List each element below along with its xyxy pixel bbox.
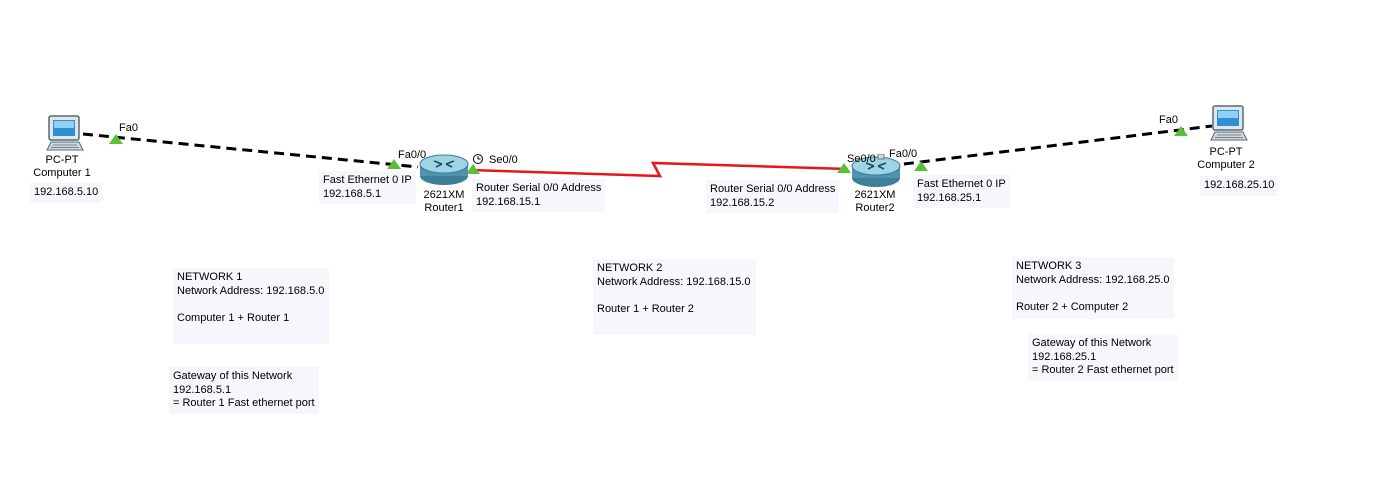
net3-title: NETWORK 3 <box>1016 260 1082 272</box>
r2-fa-note-title: Fast Ethernet 0 IP <box>917 178 1006 190</box>
pc1-model: PC-PT <box>45 154 79 166</box>
net2-members: Router 1 + Router 2 <box>597 302 694 315</box>
pc-icon[interactable] <box>1209 104 1251 144</box>
r1-fa-note-ip: 192.168.5.1 <box>323 187 382 200</box>
router2-model: 2621XM <box>854 189 896 201</box>
pc1-port-label: Fa0 <box>119 122 138 134</box>
network2-note[interactable]: NETWORK 2 Network Address: 192.168.15.0 … <box>593 259 756 335</box>
r1-fa-port-label: Fa0/0 <box>398 149 427 161</box>
gw1-ip: 192.168.5.1 <box>173 383 232 396</box>
router2-label: 2621XM Router2 <box>835 189 915 215</box>
network1-note[interactable]: NETWORK 1 Network Address: 192.168.5.0 C… <box>173 268 329 344</box>
net2-title: NETWORK 2 <box>597 262 663 274</box>
ethernet-link-pc1-r1[interactable] <box>82 132 419 169</box>
net1-spacer <box>177 298 325 312</box>
serial-link-r1-r2[interactable] <box>469 161 849 178</box>
gw3-title: Gateway of this Network <box>1032 337 1152 349</box>
gateway1-note[interactable]: Gateway of this Network 192.168.5.1 = Ro… <box>169 367 319 414</box>
r2-fastethernet-note[interactable]: Fast Ethernet 0 IP 192.168.25.1 <box>913 175 1010 208</box>
pc-icon[interactable] <box>45 114 87 154</box>
r1-fa-note-title: Fast Ethernet 0 IP <box>323 174 412 186</box>
r2-se-port-label: Se0/0 <box>847 153 876 165</box>
r2-se-note-ip: 192.168.15.2 <box>710 196 775 209</box>
pc2-model: PC-PT <box>1209 146 1243 158</box>
gw1-title: Gateway of this Network <box>173 370 293 382</box>
net1-title: NETWORK 1 <box>177 271 243 283</box>
ethernet-link-r2-pc2[interactable] <box>887 124 1213 168</box>
pc1-ip-note[interactable]: 192.168.5.10 <box>30 183 103 203</box>
net3-members: Router 2 + Computer 2 <box>1016 300 1129 313</box>
net3-spacer <box>1016 287 1170 301</box>
pc2-label: PC-PT Computer 2 <box>1186 146 1266 172</box>
gw3-desc: = Router 2 Fast ethernet port <box>1032 364 1174 376</box>
net3-address: Network Address: 192.168.25.0 <box>1016 273 1170 286</box>
net2-spacer <box>597 289 752 303</box>
r1-se-note-ip: 192.168.15.1 <box>476 195 541 208</box>
net2-address: Network Address: 192.168.15.0 <box>597 275 751 288</box>
net1-members: Computer 1 + Router 1 <box>177 311 290 324</box>
pc2-port-label: Fa0 <box>1159 114 1178 126</box>
pc1-label: PC-PT Computer 1 <box>22 154 102 180</box>
gateway3-note[interactable]: Gateway of this Network 192.168.25.1 = R… <box>1028 334 1178 381</box>
pc1-ip: 192.168.5.10 <box>34 186 99 198</box>
r2-fa-port-label: Fa0/0 <box>889 148 918 160</box>
r1-fastethernet-note[interactable]: Fast Ethernet 0 IP 192.168.5.1 <box>319 171 416 204</box>
r2-fa-note-ip: 192.168.25.1 <box>917 191 982 204</box>
router2-name: Router2 <box>855 202 895 214</box>
pc1-name: Computer 1 <box>33 167 91 179</box>
gw1-desc: = Router 1 Fast ethernet port <box>173 397 315 409</box>
pc2-ip-note[interactable]: 192.168.25.10 <box>1200 176 1279 196</box>
pc2-ip: 192.168.25.10 <box>1204 179 1275 191</box>
net1-address: Network Address: 192.168.5.0 <box>177 284 325 297</box>
r1-se-port-label: Se0/0 <box>489 154 518 166</box>
gw3-ip: 192.168.25.1 <box>1032 350 1097 363</box>
r2-serial-note[interactable]: Router Serial 0/0 Address 192.168.15.2 <box>706 180 840 213</box>
r1-se-note-title: Router Serial 0/0 Address <box>476 182 602 194</box>
network3-note[interactable]: NETWORK 3 Network Address: 192.168.25.0 … <box>1012 257 1174 319</box>
clock-icon <box>473 154 483 164</box>
r1-serial-note[interactable]: Router Serial 0/0 Address 192.168.15.1 <box>472 179 606 212</box>
pc2-name: Computer 2 <box>1197 159 1255 171</box>
r2-se-note-title: Router Serial 0/0 Address <box>710 183 836 195</box>
